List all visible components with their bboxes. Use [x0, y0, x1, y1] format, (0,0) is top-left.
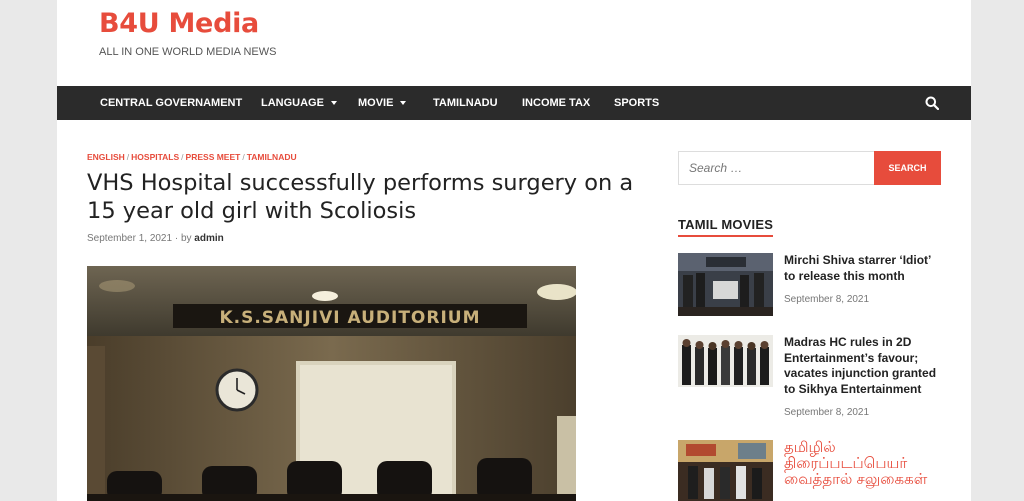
article-title: VHS Hospital successfully performs surge… [87, 170, 634, 224]
auditorium-photo: K.S.SANJIVI AUDITORIUM [87, 266, 576, 501]
article-date[interactable]: September 1, 2021 [87, 233, 172, 244]
featured-image: K.S.SANJIVI AUDITORIUM [87, 266, 576, 501]
nav-item-label: LANGUAGE [261, 97, 324, 109]
chevron-down-icon [400, 101, 407, 106]
post-thumbnail-image [678, 440, 773, 501]
post-thumbnail-image [678, 253, 773, 316]
category-link-english[interactable]: ENGLISH [87, 152, 125, 162]
category-separator: / [181, 152, 184, 162]
nav-item-tamilnadu[interactable]: TAMILNADU [433, 86, 498, 120]
nav-item-sports[interactable]: SPORTS [614, 86, 659, 120]
nav-item-label: INCOME TAX [522, 97, 591, 109]
post-thumbnail[interactable] [678, 253, 773, 316]
category-link-tamilnadu[interactable]: TAMILNADU [247, 152, 297, 162]
site-title[interactable]: B4U Media [99, 8, 259, 39]
nav-item-central-governament[interactable]: CENTRAL GOVERNAMENT [100, 86, 242, 120]
post-title-link[interactable]: Mirchi Shiva starrer ‘Idiot’ to release … [784, 253, 944, 284]
page-container: B4U Media ALL IN ONE WORLD MEDIA NEWS CE… [57, 0, 971, 501]
search-icon[interactable] [925, 96, 939, 110]
post-thumbnail[interactable] [678, 335, 773, 387]
category-link-press-meet[interactable]: PRESS MEET [186, 152, 241, 162]
category-separator: / [126, 152, 130, 162]
sidebar-post: Madras HC rules in 2D Entertainment’s fa… [678, 335, 941, 420]
post-title-link[interactable]: தமிழில் திரைப்படப்பெயர் வைத்தால் சலுகைகள… [784, 440, 944, 488]
auditorium-sign-text: K.S.SANJIVI AUDITORIUM [219, 308, 480, 328]
article-meta: September 1, 2021 · by admin [87, 233, 224, 244]
article-categories: ENGLISH / HOSPITALS / PRESS MEET / TAMILNADU [87, 152, 297, 162]
post-title-link[interactable]: Madras HC rules in 2D Entertainment’s fa… [784, 335, 944, 397]
sidebar-post: Mirchi Shiva starrer ‘Idiot’ to release … [678, 253, 944, 316]
search-input[interactable] [678, 151, 875, 185]
nav-item-language[interactable]: LANGUAGE [261, 86, 337, 120]
article-author[interactable]: admin [194, 233, 223, 244]
post-thumbnail[interactable] [678, 440, 773, 501]
post-date[interactable]: September 8, 2021 [784, 294, 869, 305]
nav-item-label: SPORTS [614, 97, 660, 109]
nav-item-movie[interactable]: MOVIE [358, 86, 407, 120]
post-date[interactable]: September 8, 2021 [784, 407, 869, 418]
post-thumbnail-image [678, 335, 773, 387]
nav-item-label: TAMILNADU [433, 97, 498, 109]
widget-title-tamil-movies: TAMIL MOVIES [678, 217, 774, 237]
byline-prefix: · by [174, 233, 192, 244]
site-tagline: ALL IN ONE WORLD MEDIA NEWS [99, 46, 277, 58]
nav-item-label: CENTRAL GOVERNAMENT [100, 97, 243, 109]
category-separator: / [242, 152, 245, 162]
search-button[interactable]: SEARCH [874, 151, 941, 185]
sidebar-post: தமிழில் திரைப்படப்பெயர் வைத்தால் சலுகைகள… [678, 440, 941, 501]
chevron-down-icon [330, 101, 337, 106]
nav-item-income-tax[interactable]: INCOME TAX [522, 86, 590, 120]
nav-item-label: MOVIE [358, 97, 394, 109]
category-link-hospitals[interactable]: HOSPITALS [131, 152, 179, 162]
main-nav: CENTRAL GOVERNAMENT LANGUAGE MOVIE TAMIL… [57, 86, 971, 120]
